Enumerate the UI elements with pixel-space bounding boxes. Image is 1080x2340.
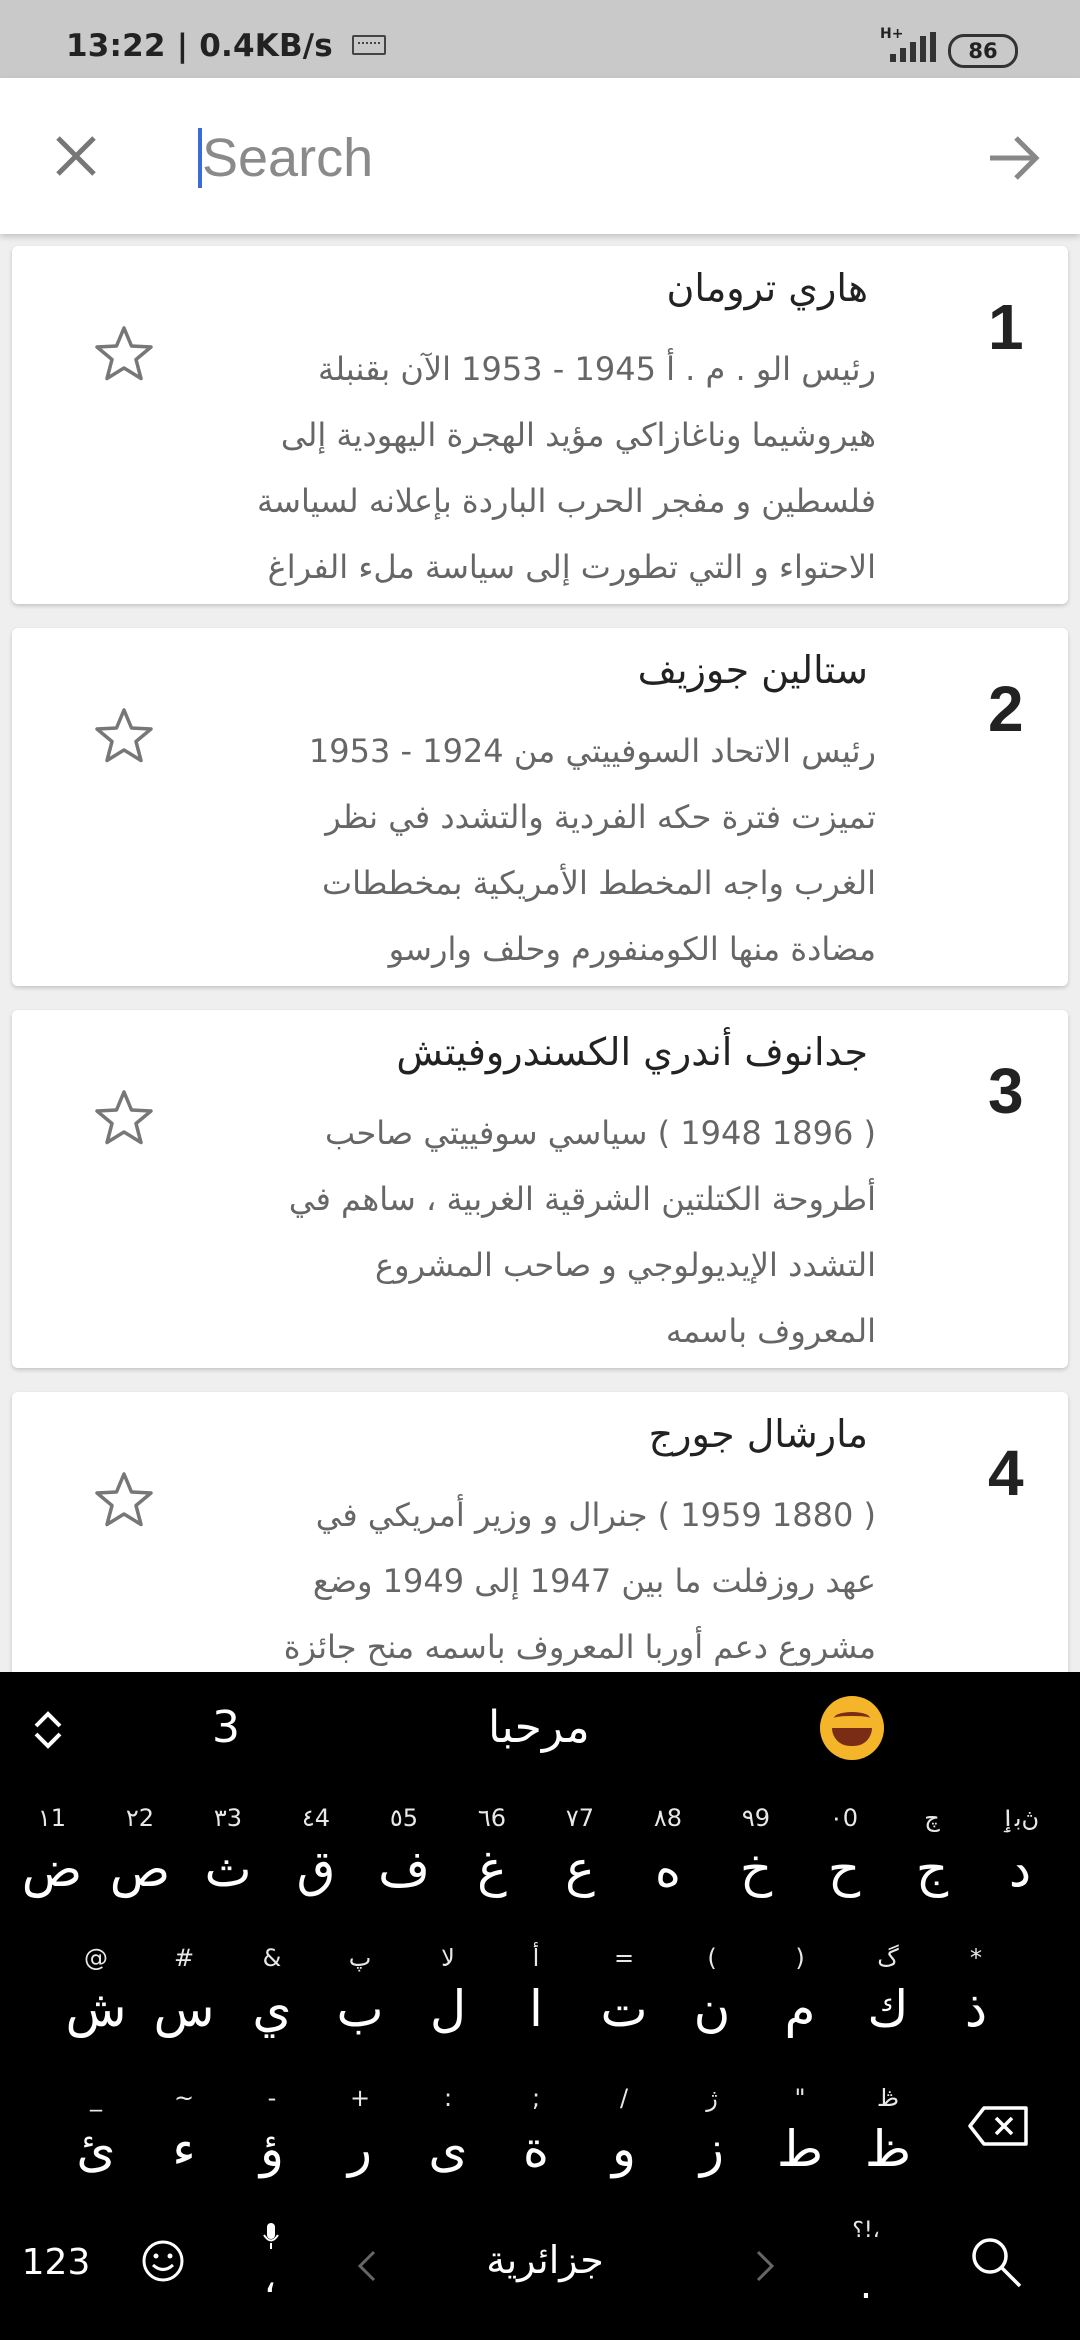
key[interactable]: گك xyxy=(844,1944,932,2064)
key[interactable]: ٢2 ص xyxy=(96,1804,184,1924)
key[interactable]: ٦6 غ xyxy=(448,1804,536,1924)
result-title: جدانوف أندري الكسندروفيتش xyxy=(396,1030,868,1074)
space-bar-language[interactable]: جزائرية xyxy=(400,2238,690,2282)
key[interactable]: ڽﺑٳ د xyxy=(976,1804,1064,1924)
search-header xyxy=(0,78,1080,234)
key[interactable]: (ن xyxy=(668,1944,756,2064)
star-icon[interactable] xyxy=(94,1470,154,1530)
comma-key[interactable]: ، xyxy=(240,2222,300,2322)
key[interactable]: / و xyxy=(580,2084,668,2204)
laughing-emoji-icon[interactable] xyxy=(820,1696,884,1760)
arrow-right-icon[interactable] xyxy=(984,130,1044,186)
soft-keyboard: 3 مرحبا ١1 ض ٢2 ص ٣3 ث ٤4 ق ٥5 ف ٦6 غ ٧7 ع ٨8 ه … xyxy=(0,1672,1080,2340)
result-card-2[interactable]: 2 ستالين جوزيف رئيس الاتحاد السوفييتي من… xyxy=(12,628,1068,986)
microphone-icon xyxy=(263,2223,279,2249)
result-rank: 1 xyxy=(988,291,1024,363)
key[interactable]: -ؤ xyxy=(228,2084,316,2204)
numbers-key[interactable]: 123 xyxy=(18,2242,94,2283)
result-title: مارشال جورج xyxy=(648,1412,868,1456)
key[interactable]: ) م xyxy=(756,1944,844,2064)
key[interactable]: چج xyxy=(888,1804,976,1924)
key[interactable]: ٥5 ف xyxy=(360,1804,448,1924)
emoji-smiley-icon[interactable] xyxy=(140,2238,186,2284)
key[interactable]: ٨8 ه xyxy=(624,1804,712,1924)
status-time: 13:22 xyxy=(66,28,166,64)
star-icon[interactable] xyxy=(94,324,154,384)
status-left: 13:22 | 0.4KB/s xyxy=(66,28,386,64)
result-rank: 3 xyxy=(988,1055,1024,1127)
suggestion-2[interactable]: مرحبا xyxy=(488,1702,590,1753)
key[interactable]: ٠0 ح xyxy=(800,1804,888,1924)
result-card-3[interactable]: 3 جدانوف أندري الكسندروفيتش ( 1896 1948 … xyxy=(12,1010,1068,1368)
network-speed: 0.4KB/s xyxy=(199,28,333,64)
key[interactable]: ١1 ض xyxy=(8,1804,96,1924)
close-icon[interactable] xyxy=(44,124,108,188)
result-rank: 4 xyxy=(988,1437,1024,1509)
result-description: ( 1880 1959 ) جنرال و وزير أمريكي في عهد… xyxy=(283,1496,876,1666)
text-caret xyxy=(198,128,202,188)
result-title: هاري ترومان xyxy=(666,266,868,310)
key[interactable]: ڟظ xyxy=(844,2084,932,2204)
key[interactable]: :ى xyxy=(404,2084,492,2204)
key[interactable]: ~ ء xyxy=(140,2084,228,2204)
status-bar: 13:22 | 0.4KB/s H+ 86 xyxy=(0,0,1080,78)
key[interactable]: @ ش xyxy=(52,1944,140,2064)
star-icon[interactable] xyxy=(94,706,154,766)
key[interactable]: _ ئ xyxy=(52,2084,140,2204)
chevron-left-icon xyxy=(357,2250,376,2282)
suggestion-strip: 3 مرحبا xyxy=(0,1672,1080,1782)
key[interactable]: لا ل xyxy=(404,1944,492,2064)
key[interactable]: ٧7 ع xyxy=(536,1804,624,1924)
result-description: رئيس الو . م . أ 1945 - 1953 الآن بقنبلة… xyxy=(257,350,876,586)
key[interactable]: # س xyxy=(140,1944,228,2064)
star-icon[interactable] xyxy=(94,1088,154,1148)
key[interactable]: = ت xyxy=(580,1944,668,2064)
key[interactable]: أا xyxy=(492,1944,580,2064)
expand-toggle-icon[interactable] xyxy=(28,1706,68,1754)
keyboard-icon xyxy=(351,34,386,55)
search-icon[interactable] xyxy=(968,2234,1024,2290)
key[interactable]: & ي xyxy=(228,1944,316,2064)
result-rank: 2 xyxy=(988,673,1024,745)
battery-icon: 86 xyxy=(948,34,1018,68)
key[interactable]: " ط xyxy=(756,2084,844,2204)
key[interactable]: + ر xyxy=(316,2084,404,2204)
key[interactable]: ژز xyxy=(668,2084,756,2204)
search-input[interactable] xyxy=(196,118,942,198)
suggestion-1[interactable]: 3 xyxy=(212,1702,240,1753)
key[interactable]: ٩9 خ xyxy=(712,1804,800,1924)
key[interactable]: ٣3 ث xyxy=(184,1804,272,1924)
chevron-right-icon xyxy=(756,2250,775,2282)
key[interactable]: ; ة xyxy=(492,2084,580,2204)
key[interactable]: * ذ xyxy=(932,1944,1020,2064)
result-title: ستالين جوزيف xyxy=(637,648,868,692)
signal-icon xyxy=(890,32,936,62)
result-description: رئيس الاتحاد السوفييتي من 1924 - 1953 تم… xyxy=(308,732,876,968)
backspace-icon[interactable] xyxy=(966,2104,1030,2148)
result-card-4[interactable]: 4 مارشال جورج ( 1880 1959 ) جنرال و وزير… xyxy=(12,1392,1068,1692)
result-card-1[interactable]: 1 هاري ترومان رئيس الو . م . أ 1945 - 19… xyxy=(12,246,1068,604)
key[interactable]: پب xyxy=(316,1944,404,2064)
period-key[interactable]: ؟!، . xyxy=(836,2218,896,2328)
key[interactable]: ٤4 ق xyxy=(272,1804,360,1924)
result-description: ( 1896 1948 ) سياسي سوفييتي صاحب أطروحة … xyxy=(288,1114,876,1350)
